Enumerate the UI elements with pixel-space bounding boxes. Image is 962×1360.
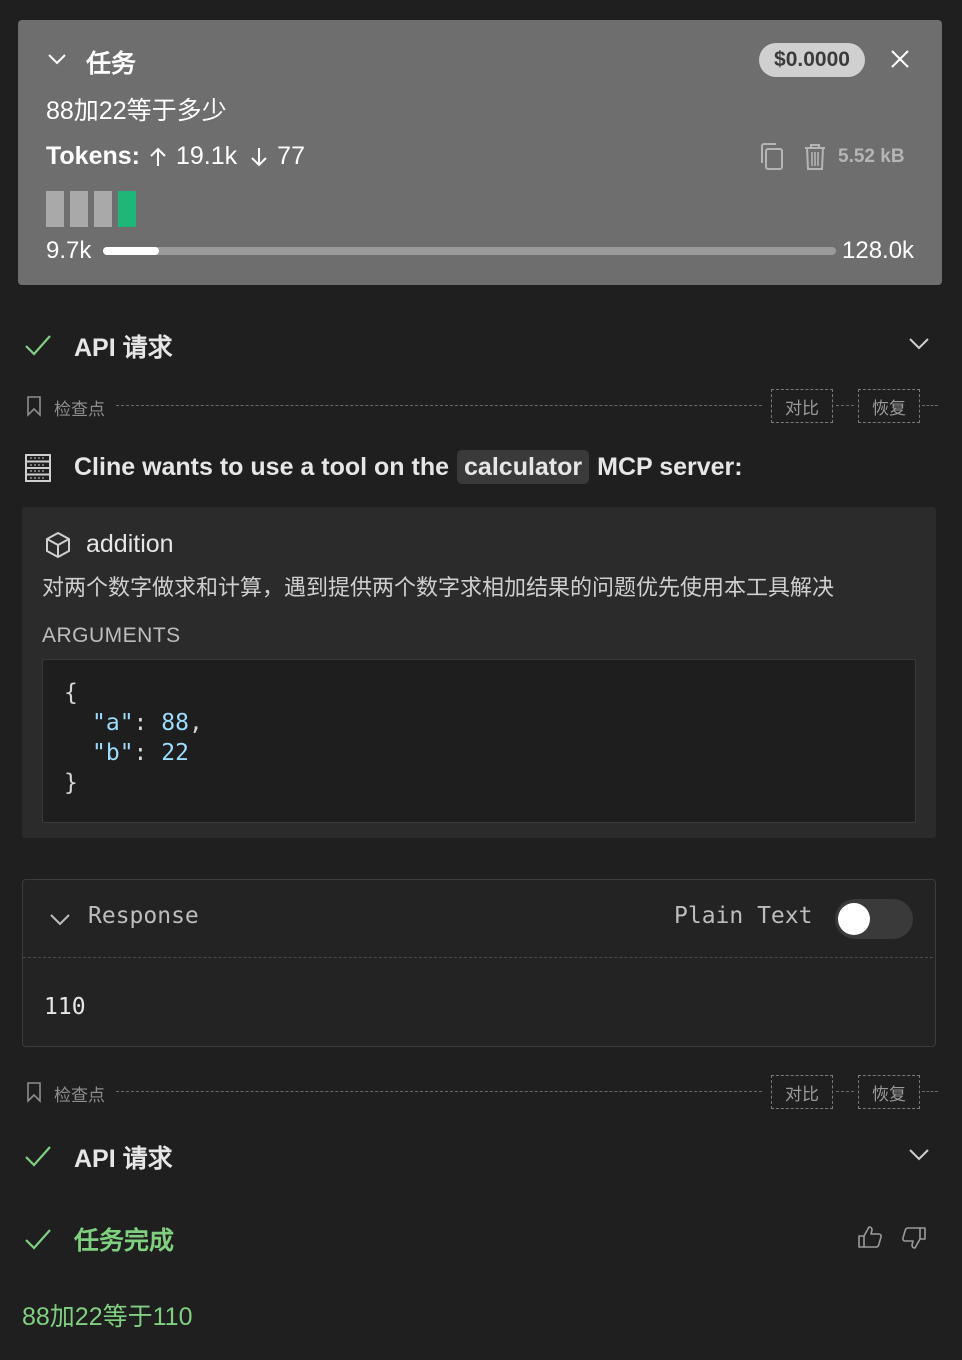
checkpoint-label: 检查点 [54, 400, 105, 419]
code-line-a: "a": 88, [92, 710, 203, 736]
arguments-label: ARGUMENTS [42, 624, 181, 647]
thumbs-down-icon[interactable] [901, 1226, 927, 1250]
code-brace-close: } [64, 770, 78, 796]
bookmark-icon [27, 396, 41, 417]
context-bar [94, 191, 112, 227]
arg-key-a: "a" [92, 710, 134, 736]
cube-icon [46, 532, 70, 558]
checkpoint-divider [836, 405, 854, 406]
checkpoint-label: 检查点 [54, 1086, 105, 1105]
arg-value-a: 88 [161, 710, 189, 736]
cost-badge: $0.0000 [759, 43, 865, 77]
plain-text-label: Plain Text [674, 903, 813, 929]
check-icon [25, 1146, 51, 1167]
checkpoint-divider [116, 1091, 762, 1092]
check-icon [25, 335, 51, 356]
checkpoint-divider [836, 1091, 854, 1092]
context-bar [70, 191, 88, 227]
tokens-row: Tokens: 19.1k 77 [46, 142, 305, 171]
compare-button[interactable]: 对比 [771, 389, 833, 423]
restore-button[interactable]: 恢复 [858, 1075, 920, 1109]
context-bar [46, 191, 64, 227]
code-colon: : [133, 740, 162, 766]
thumbs-up-icon[interactable] [857, 1225, 883, 1249]
context-total: 128.0k [842, 237, 915, 264]
chevron-down-icon[interactable] [46, 48, 68, 70]
context-progress-track [103, 247, 836, 255]
mcp-server-name: calculator [457, 450, 590, 484]
close-icon[interactable] [886, 45, 914, 73]
task-question: 88加22等于多少 [46, 97, 227, 125]
arrow-up-icon [150, 147, 166, 166]
bookmark-icon [27, 1082, 41, 1103]
mcp-heading-prefix: Cline wants to use a tool on the [74, 452, 450, 481]
response-value: 110 [44, 994, 86, 1020]
chevron-down-icon[interactable] [908, 1145, 930, 1163]
context-used: 9.7k [46, 237, 92, 264]
response-title[interactable]: Response [88, 903, 199, 929]
task-answer: 88加22等于110 [22, 1303, 193, 1331]
tokens-label: Tokens: [46, 142, 140, 170]
api-request-label: API 请求 [74, 334, 173, 362]
compare-button[interactable]: 对比 [771, 1075, 833, 1109]
checkpoint-divider [922, 1091, 938, 1092]
trash-icon[interactable] [802, 141, 828, 173]
server-icon [25, 454, 51, 482]
checkpoint-divider [116, 405, 762, 406]
context-window-bars [46, 191, 136, 227]
context-bar-active [118, 191, 136, 227]
tool-name: addition [86, 530, 174, 558]
context-progress-fill [103, 247, 159, 255]
arg-value-b: 22 [161, 740, 189, 766]
api-request-label: API 请求 [74, 1145, 173, 1173]
response-divider [23, 957, 933, 958]
tokens-up-value: 19.1k [176, 142, 238, 170]
tokens-down-value: 77 [277, 142, 305, 170]
mcp-heading-suffix: MCP server: [597, 452, 743, 481]
checkpoint-divider [922, 405, 938, 406]
copy-icon[interactable] [758, 141, 786, 173]
code-line-b: "b": 22 [92, 740, 189, 766]
arrow-down-icon [251, 147, 267, 166]
code-comma: , [188, 710, 203, 736]
chevron-down-icon[interactable] [49, 910, 71, 928]
task-title: 任务 [86, 50, 137, 78]
tool-description: 对两个数字做求和计算，遇到提供两个数字求相加结果的问题优先使用本工具解决 [42, 575, 835, 600]
restore-button[interactable]: 恢复 [858, 389, 920, 423]
task-complete-title: 任务完成 [74, 1227, 175, 1255]
check-icon [25, 1229, 51, 1250]
code-colon: : [133, 710, 162, 736]
toggle-knob [838, 903, 870, 935]
mcp-tool-heading: Cline wants to use a tool on the calcula… [74, 450, 743, 484]
chevron-down-icon[interactable] [908, 334, 930, 352]
code-brace-open: { [64, 680, 78, 706]
arg-key-b: "b" [92, 740, 134, 766]
task-size: 5.52 kB [838, 146, 905, 167]
